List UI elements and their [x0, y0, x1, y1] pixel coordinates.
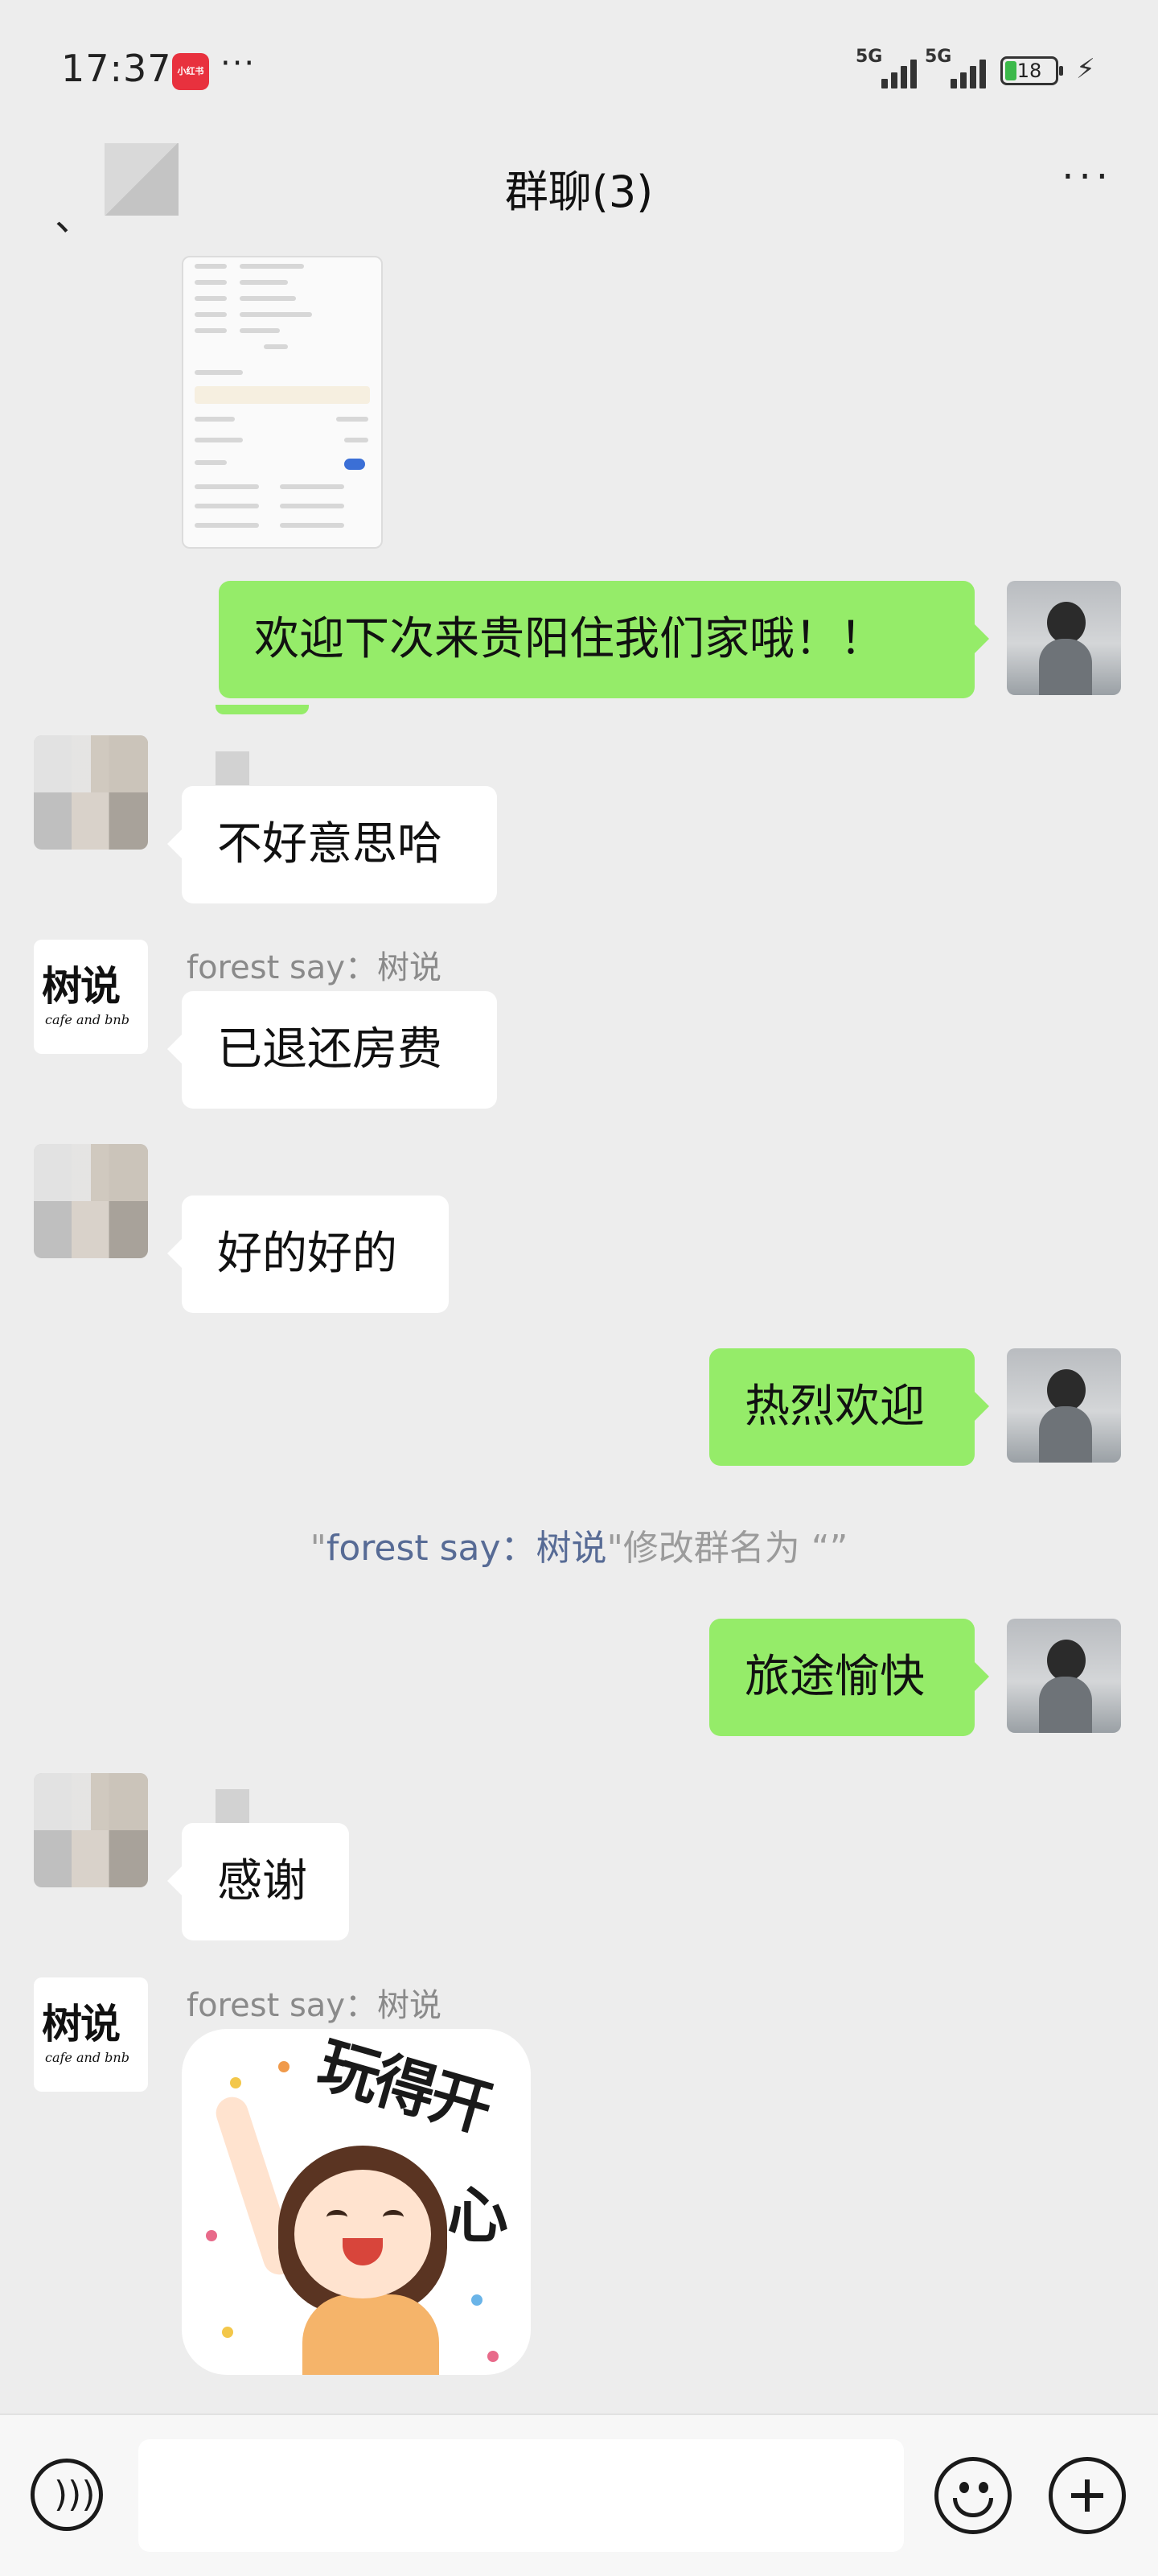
- chat-title: 群聊(3): [504, 167, 654, 217]
- sticker-text: 心: [447, 2179, 508, 2251]
- system-message-name[interactable]: forest say：树说: [326, 1528, 607, 1569]
- sender-name: forest say：树说: [187, 1987, 441, 2024]
- system-message: "forest say：树说"修改群名为 “”: [310, 1528, 848, 1569]
- sticker-message[interactable]: 玩得开 心: [182, 2029, 531, 2375]
- forest-say-avatar[interactable]: 树说 cafe and bnb: [34, 1977, 148, 2092]
- xiaohongshu-app-icon: 小红书: [172, 53, 209, 90]
- battery-level: 18: [1016, 60, 1042, 82]
- outgoing-message[interactable]: 旅途愉快: [709, 1619, 989, 1736]
- member-avatar-blurred[interactable]: [34, 1773, 148, 1887]
- incoming-message[interactable]: 不好意思哈: [167, 786, 497, 903]
- input-bar: ))): [0, 2413, 1158, 2576]
- voice-input-button[interactable]: ))): [31, 2459, 103, 2531]
- more-actions-plus-button[interactable]: [1049, 2457, 1126, 2534]
- sticker-text: 玩得开: [310, 2029, 498, 2145]
- emoji-button[interactable]: [934, 2457, 1012, 2534]
- outgoing-message[interactable]: 热烈欢迎: [709, 1348, 989, 1466]
- member-avatar-blurred[interactable]: [34, 735, 148, 850]
- chat-header: 、 群聊(3) ···: [0, 137, 1158, 257]
- message-quote-strip: [216, 705, 309, 714]
- my-avatar[interactable]: [1007, 581, 1121, 695]
- my-avatar[interactable]: [1007, 1619, 1121, 1733]
- outgoing-message[interactable]: 欢迎下次来贵阳住我们家哦！！: [219, 581, 989, 698]
- sender-name: forest say：树说: [187, 949, 441, 986]
- charging-icon: ⚡: [1076, 53, 1095, 85]
- incoming-message[interactable]: 感谢: [167, 1823, 349, 1940]
- sender-name-blurred: [216, 1789, 249, 1823]
- sender-name-blurred: [216, 751, 249, 785]
- member-avatar-blurred[interactable]: [34, 1144, 148, 1258]
- voice-icon: ))): [54, 2474, 96, 2515]
- status-time: 17:37: [61, 47, 172, 90]
- message-input[interactable]: [138, 2439, 904, 2552]
- smile-icon: [953, 2498, 993, 2517]
- forest-say-avatar[interactable]: 树说 cafe and bnb: [34, 940, 148, 1054]
- incoming-message[interactable]: 已退还房费: [167, 991, 497, 1109]
- notification-more-icon: ···: [220, 45, 257, 82]
- incoming-message[interactable]: 好的好的: [167, 1195, 449, 1313]
- more-options-button[interactable]: ···: [1062, 154, 1113, 200]
- battery-icon: 18: [1000, 56, 1063, 85]
- my-avatar[interactable]: [1007, 1348, 1121, 1463]
- status-bar: 17:37 小红书 ··· 5G 5G 18 ⚡: [0, 0, 1158, 137]
- image-message[interactable]: [182, 256, 383, 549]
